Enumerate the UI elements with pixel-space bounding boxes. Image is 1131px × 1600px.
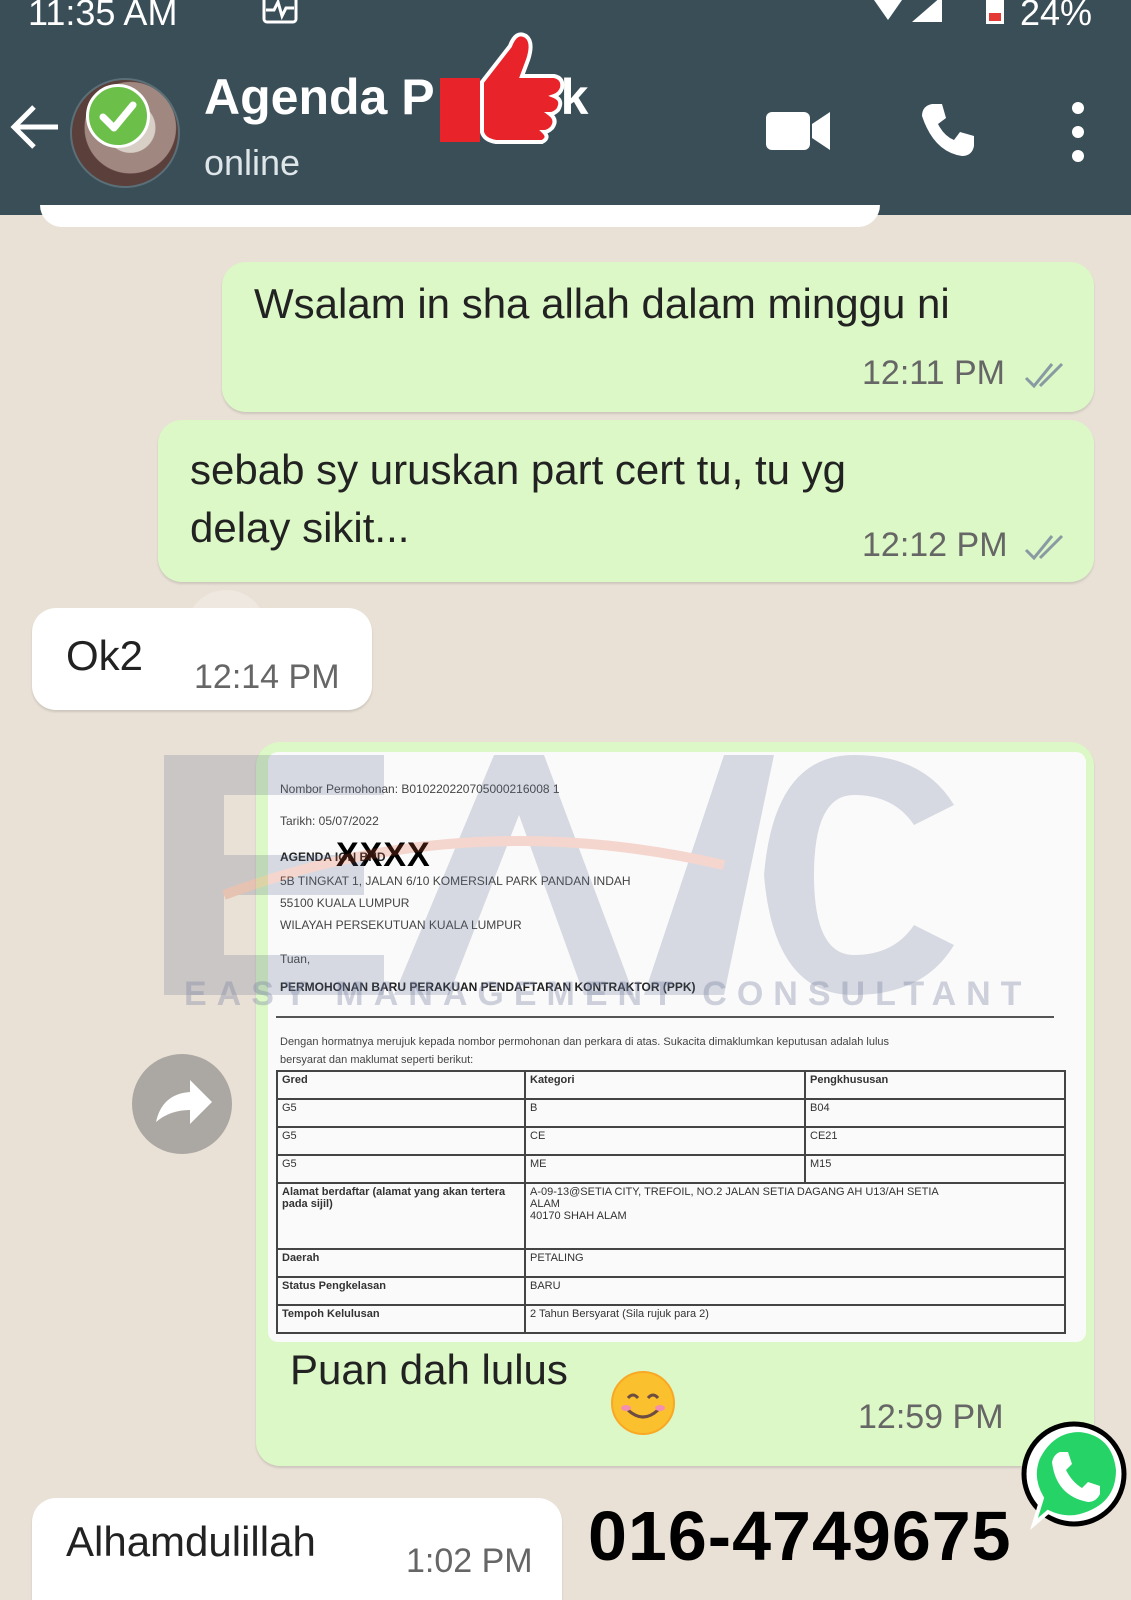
thumbs-up-icon [440, 32, 565, 144]
table-header: Pengkhususan [804, 1070, 1066, 1100]
table-cell: CE [524, 1126, 806, 1156]
contact-status: online [204, 142, 301, 183]
address-line: ALAM [530, 1198, 560, 1210]
table-header: Kategori [524, 1070, 806, 1100]
table-cell: B [524, 1098, 806, 1128]
table-cell: M15 [804, 1154, 1066, 1184]
message-text: Alhamdulillah [66, 1518, 316, 1565]
table-cell: Daerah [276, 1248, 526, 1278]
message-bubble-outgoing[interactable]: sebab sy uruskan part cert tu, tu yg del… [158, 420, 1094, 582]
message-bubble-incoming[interactable]: Alhamdulillah 1:02 PM [32, 1498, 562, 1600]
table-cell: Tempoh Kelulusan [276, 1304, 526, 1334]
activity-icon [262, 0, 298, 24]
message-text: Wsalam in sha allah dalam minggu ni [254, 280, 950, 327]
table-header: Gred [276, 1070, 526, 1100]
doc-divider [276, 1016, 1054, 1018]
smiling-face-emoji [611, 1371, 675, 1435]
table-header-row: Gred Kategori Pengkhususan [276, 1070, 1066, 1100]
battery-percent: 24% [1020, 0, 1093, 33]
more-vert-icon[interactable] [1064, 100, 1092, 164]
message-time: 12:14 PM [194, 658, 340, 696]
status-time: 11:35 AM [28, 0, 178, 33]
address-line: 40170 SHAH ALAM [530, 1210, 627, 1222]
table-row: G5 ME M15 [276, 1154, 1066, 1184]
table-cell: CE21 [804, 1126, 1066, 1156]
message-time: 12:59 PM [858, 1398, 1004, 1436]
table-row: Alamat berdaftar (alamat yang akan terte… [276, 1182, 1066, 1250]
message-text-line-1: sebab sy uruskan part cert tu, tu yg [190, 446, 847, 493]
contact-name-text: Agenda P [204, 69, 435, 125]
signal-wifi-icon [874, 0, 942, 22]
message-bubble-incoming[interactable]: Ok2 12:14 PM [32, 608, 372, 710]
table-row: Tempoh Kelulusan 2 Tahun Bersyarat (Sila… [276, 1304, 1066, 1334]
table-row: G5 B B04 [276, 1098, 1066, 1128]
previous-message-edge [40, 205, 880, 227]
table-row: G5 CE CE21 [276, 1126, 1066, 1156]
message-time: 12:11 PM [862, 354, 1006, 392]
table-cell: ME [524, 1154, 806, 1184]
image-caption: Puan dah lulus [290, 1346, 568, 1393]
table-cell: BARU [524, 1276, 1066, 1306]
table-cell: G5 [276, 1126, 526, 1156]
doc-paragraph-1: Dengan hormatnya merujuk kepada nombor p… [280, 1036, 890, 1048]
read-ticks-icon [1024, 534, 1064, 561]
message-bubble-outgoing[interactable]: Wsalam in sha allah dalam minggu ni 12:1… [222, 262, 1094, 412]
doc-paragraph-2: bersyarat dan maklumat seperti berikut: [280, 1054, 474, 1066]
whatsapp-logo-icon [1021, 1421, 1127, 1531]
verified-check-icon [86, 84, 150, 148]
message-time: 1:02 PM [406, 1542, 533, 1580]
forward-icon[interactable] [132, 1054, 232, 1154]
chat-header: Agenda Pk online [0, 32, 1131, 215]
read-ticks-icon [1024, 362, 1064, 389]
table-row: Status Pengkelasan BARU [276, 1276, 1066, 1306]
table-cell-address: A-09-13@SETIA CITY, TREFOIL, NO.2 JALAN … [524, 1182, 1066, 1250]
contact-phone-number: 016-4749675 [588, 1497, 1012, 1575]
battery-icon [986, 0, 1004, 24]
table-cell: Alamat berdaftar (alamat yang akan terte… [276, 1182, 526, 1250]
back-arrow-icon[interactable] [8, 100, 62, 154]
message-time: 12:12 PM [862, 526, 1008, 564]
table-cell: 2 Tahun Bersyarat (Sila rujuk para 2) [524, 1304, 1066, 1334]
message-text-line-2: delay sikit... [190, 504, 410, 551]
video-call-icon[interactable] [766, 108, 832, 154]
table-cell: PETALING [524, 1248, 1066, 1278]
table-cell: G5 [276, 1098, 526, 1128]
message-text: Ok2 [66, 632, 144, 679]
table-cell: B04 [804, 1098, 1066, 1128]
address-line: A-09-13@SETIA CITY, TREFOIL, NO.2 JALAN … [530, 1186, 939, 1198]
doc-table: Gred Kategori Pengkhususan G5 B B04 G5 C… [276, 1070, 1066, 1334]
watermark-text: EASY MANAGEMENT CONSULTANT [184, 975, 1032, 1013]
voice-call-icon[interactable] [918, 100, 978, 160]
table-cell: Status Pengkelasan [276, 1276, 526, 1306]
watermark-logo [164, 755, 954, 995]
table-row: Daerah PETALING [276, 1248, 1066, 1278]
table-cell: G5 [276, 1154, 526, 1184]
